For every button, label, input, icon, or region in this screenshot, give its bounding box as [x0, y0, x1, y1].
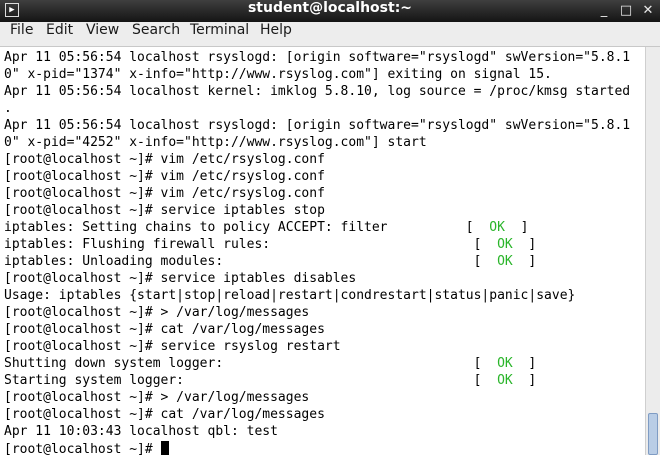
terminal-line: [root@localhost ~]# service rsyslog rest… — [4, 339, 341, 354]
terminal-line: Apr 11 05:56:54 localhost rsyslogd: [ori… — [4, 118, 631, 133]
menu-terminal[interactable]: Terminal — [190, 22, 249, 46]
terminal-output[interactable]: Apr 11 05:56:54 localhost rsyslogd: [ori… — [0, 47, 645, 455]
terminal-line: Starting system logger: [ OK ] — [4, 373, 645, 390]
terminal-line: [root@localhost ~]# > /var/log/messages — [4, 390, 310, 405]
close-button[interactable]: ✕ — [639, 2, 657, 20]
status-bracket-close: ] — [512, 237, 537, 252]
status-ok: OK — [497, 373, 513, 388]
terminal-line: 0" x-pid="1374" x-info="http://www.rsysl… — [4, 67, 552, 82]
terminal-line: [root@localhost ~]# service iptables sto… — [4, 203, 325, 218]
terminal-line: Apr 11 05:56:54 localhost kernel: imklog… — [4, 84, 631, 99]
menu-file[interactable]: File — [10, 22, 33, 46]
status-message: Shutting down system logger: — [4, 356, 474, 371]
status-bracket-open: [ — [473, 356, 498, 371]
status-bracket-open: [ — [465, 220, 490, 235]
terminal-window: ▶ student@localhost:~ _ □ ✕ File Edit Vi… — [0, 0, 660, 455]
status-bracket-close: ] — [512, 356, 537, 371]
status-bracket-open: [ — [473, 254, 498, 269]
status-ok: OK — [497, 237, 513, 252]
maximize-button[interactable]: □ — [617, 2, 635, 20]
menu-bar: File Edit View Search Terminal Help — [0, 22, 660, 47]
terminal-line: Usage: iptables {start|stop|reload|resta… — [4, 288, 576, 303]
terminal-line: [root@localhost ~]# service iptables dis… — [4, 271, 357, 286]
status-bracket-close: ] — [512, 254, 537, 269]
status-bracket-close: ] — [504, 220, 529, 235]
status-bracket-close: ] — [512, 373, 537, 388]
terminal-line: [root@localhost ~]# cat /var/log/message… — [4, 322, 325, 337]
terminal-line: . — [4, 101, 12, 116]
status-ok: OK — [497, 254, 513, 269]
terminal-line: iptables: Unloading modules: [ OK ] — [4, 254, 645, 271]
shell-prompt: [root@localhost ~]# — [4, 442, 161, 455]
status-message: iptables: Unloading modules: — [4, 254, 474, 269]
window-title: student@localhost:~ — [247, 0, 413, 16]
terminal-line: [root@localhost ~]# vim /etc/rsyslog.con… — [4, 169, 325, 184]
terminal-line: Shutting down system logger: [ OK ] — [4, 356, 645, 373]
status-ok: OK — [497, 356, 513, 371]
status-ok: OK — [489, 220, 505, 235]
terminal-line: 0" x-pid="4252" x-info="http://www.rsysl… — [4, 135, 427, 150]
status-bracket-open: [ — [473, 373, 498, 388]
title-bar[interactable]: ▶ student@localhost:~ _ □ ✕ — [0, 0, 660, 22]
terminal-line: Apr 11 10:03:43 localhost qbl: test — [4, 424, 278, 439]
minimize-button[interactable]: _ — [595, 2, 613, 20]
terminal-line: [root@localhost ~]# vim /etc/rsyslog.con… — [4, 152, 325, 167]
text-cursor — [160, 441, 169, 455]
terminal-line: Apr 11 05:56:54 localhost rsyslogd: [ori… — [4, 50, 631, 65]
status-bracket-open: [ — [473, 237, 498, 252]
terminal-line: iptables: Setting chains to policy ACCEP… — [4, 220, 645, 237]
scrollbar-thumb[interactable] — [648, 413, 658, 455]
menu-help[interactable]: Help — [260, 22, 292, 46]
menu-view[interactable]: View — [86, 22, 119, 46]
status-message: Starting system logger: — [4, 373, 474, 388]
terminal-line: [root@localhost ~]# > /var/log/messages — [4, 305, 310, 320]
terminal-lines: Apr 11 05:56:54 localhost rsyslogd: [ori… — [4, 50, 645, 455]
menu-edit[interactable]: Edit — [46, 22, 73, 46]
status-message: iptables: Flushing firewall rules: — [4, 237, 474, 252]
terminal-line: [root@localhost ~]# vim /etc/rsyslog.con… — [4, 186, 325, 201]
terminal-line: [root@localhost ~]# cat /var/log/message… — [4, 407, 325, 422]
status-message: iptables: Setting chains to policy ACCEP… — [4, 220, 466, 235]
menu-search[interactable]: Search — [132, 22, 180, 46]
terminal-line: [root@localhost ~]# — [4, 441, 645, 455]
terminal-line: iptables: Flushing firewall rules: [ OK … — [4, 237, 645, 254]
vertical-scrollbar[interactable] — [645, 47, 660, 455]
